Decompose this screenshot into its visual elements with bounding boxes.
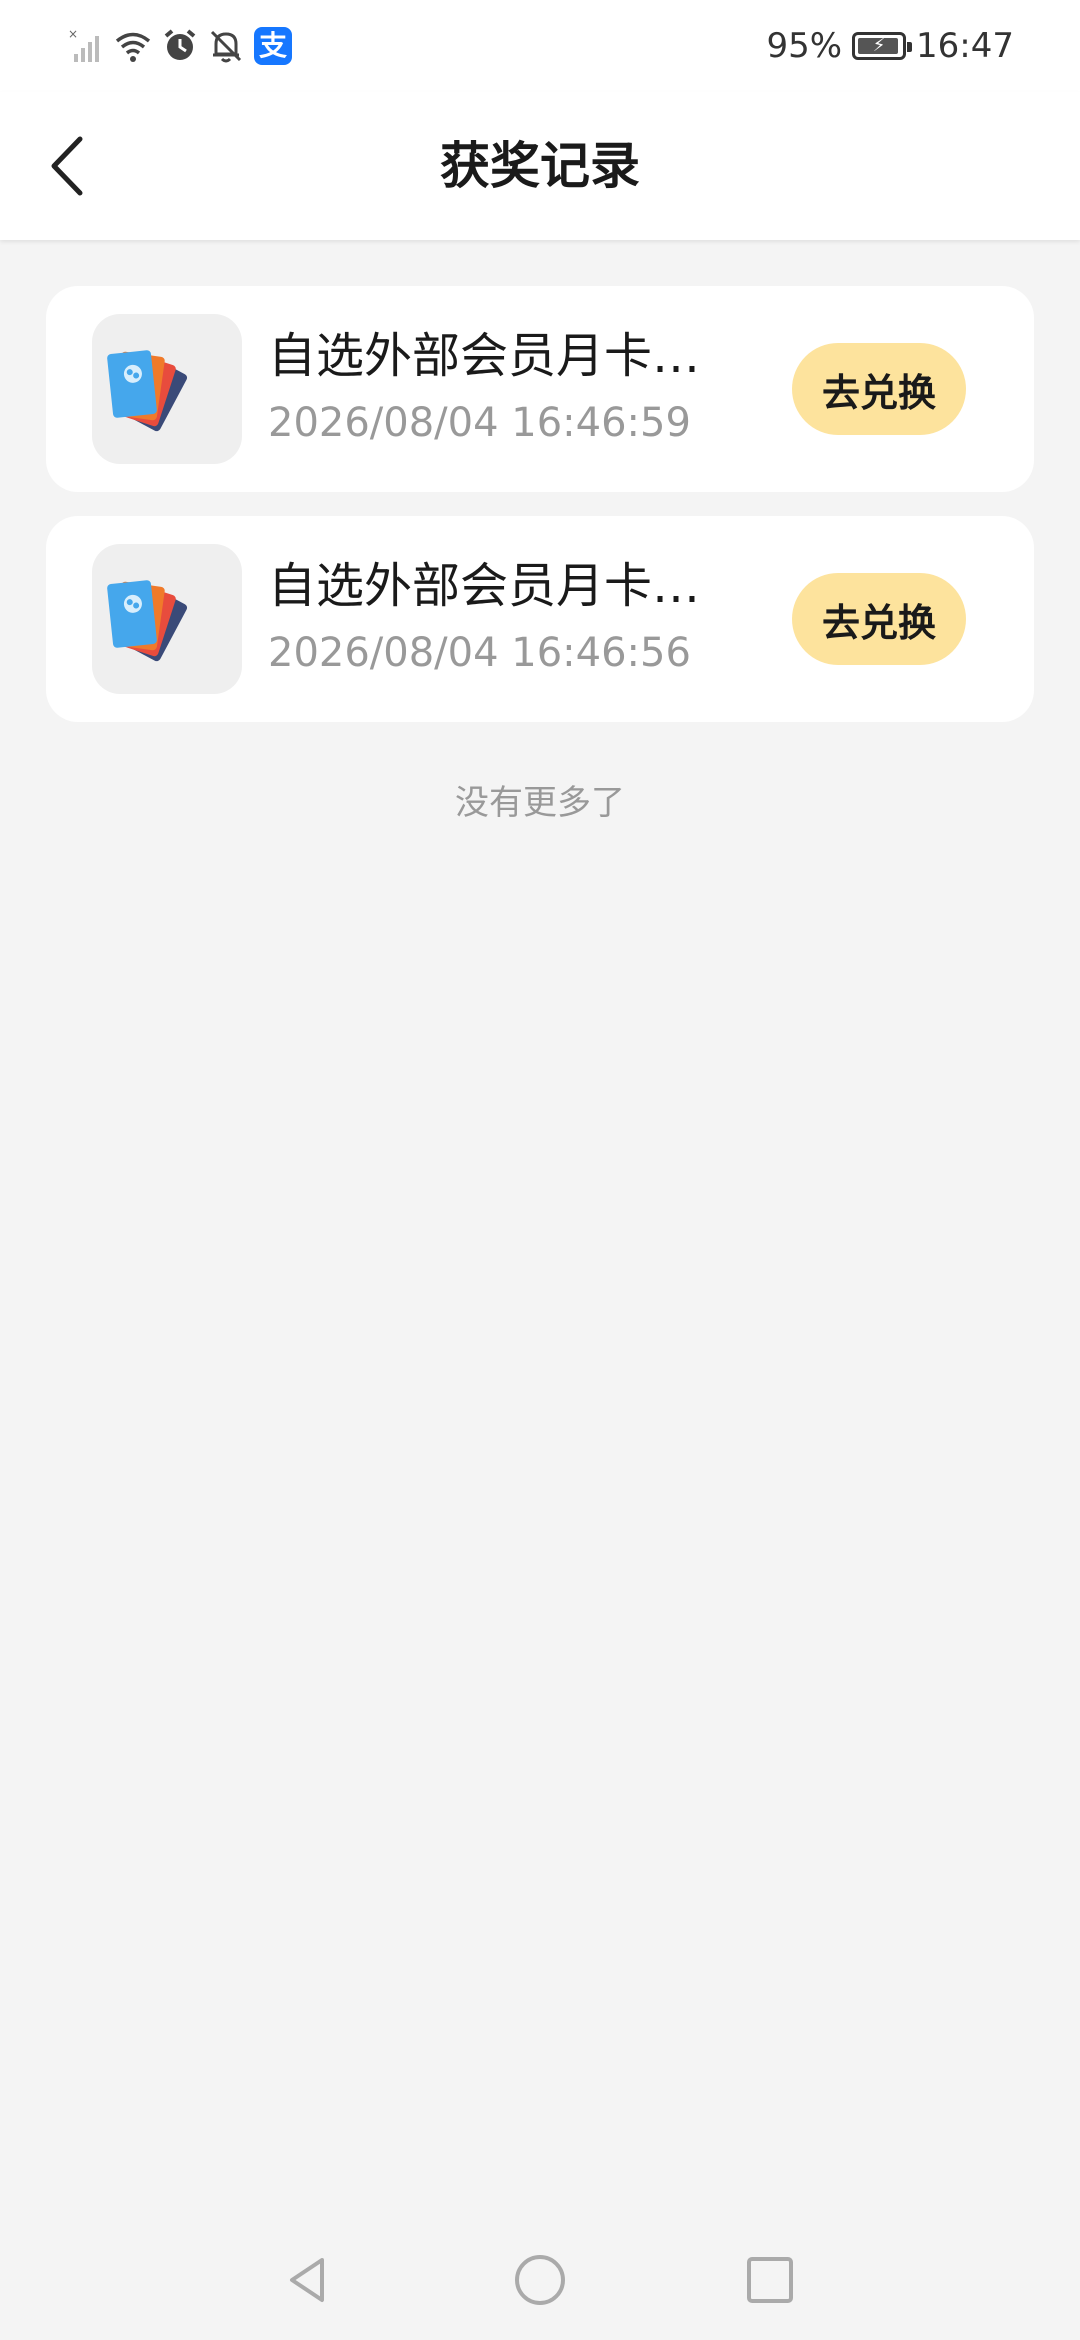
record-time: 2026/08/04 16:46:59	[268, 400, 691, 446]
battery-charging-icon: ⚡	[852, 32, 913, 60]
record-time: 2026/08/04 16:46:56	[268, 630, 691, 676]
app-header: 获奖记录	[0, 92, 1080, 240]
recents-square-icon[interactable]	[740, 2250, 800, 2310]
record-list: ♪ 自选外部会员月卡… 2026/08/04 16:46:59 去兑换 ♪ 自选…	[46, 286, 1034, 746]
home-circle-icon[interactable]	[510, 2250, 570, 2310]
redeem-button[interactable]: 去兑换	[792, 573, 966, 665]
membership-cards-icon: ♪	[92, 314, 242, 464]
battery-percent: 95%	[766, 26, 843, 66]
membership-cards-icon: ♪	[92, 544, 242, 694]
system-nav-bar	[0, 2220, 1080, 2340]
back-triangle-icon[interactable]	[278, 2250, 338, 2310]
alipay-icon: 支	[254, 27, 292, 65]
status-icons-right: 95% ⚡ 16:47	[766, 22, 1014, 70]
record-card: ♪ 自选外部会员月卡… 2026/08/04 16:46:56 去兑换	[46, 516, 1034, 722]
record-title: 自选外部会员月卡…	[268, 328, 701, 384]
mute-bell-icon	[208, 28, 244, 64]
page-title: 获奖记录	[440, 137, 640, 195]
status-icons-left: × 支	[68, 24, 292, 68]
no-signal-icon: ×	[68, 28, 104, 64]
status-bar: × 支 95% ⚡ 16:47	[0, 0, 1080, 92]
record-title: 自选外部会员月卡…	[268, 558, 701, 614]
redeem-button[interactable]: 去兑换	[792, 343, 966, 435]
svg-text:×: ×	[68, 28, 78, 41]
no-more-text: 没有更多了	[455, 783, 625, 823]
wifi-icon	[114, 28, 152, 64]
record-card: ♪ 自选外部会员月卡… 2026/08/04 16:46:59 去兑换	[46, 286, 1034, 492]
alarm-icon	[162, 28, 198, 64]
clock-time: 16:47	[916, 26, 1014, 66]
